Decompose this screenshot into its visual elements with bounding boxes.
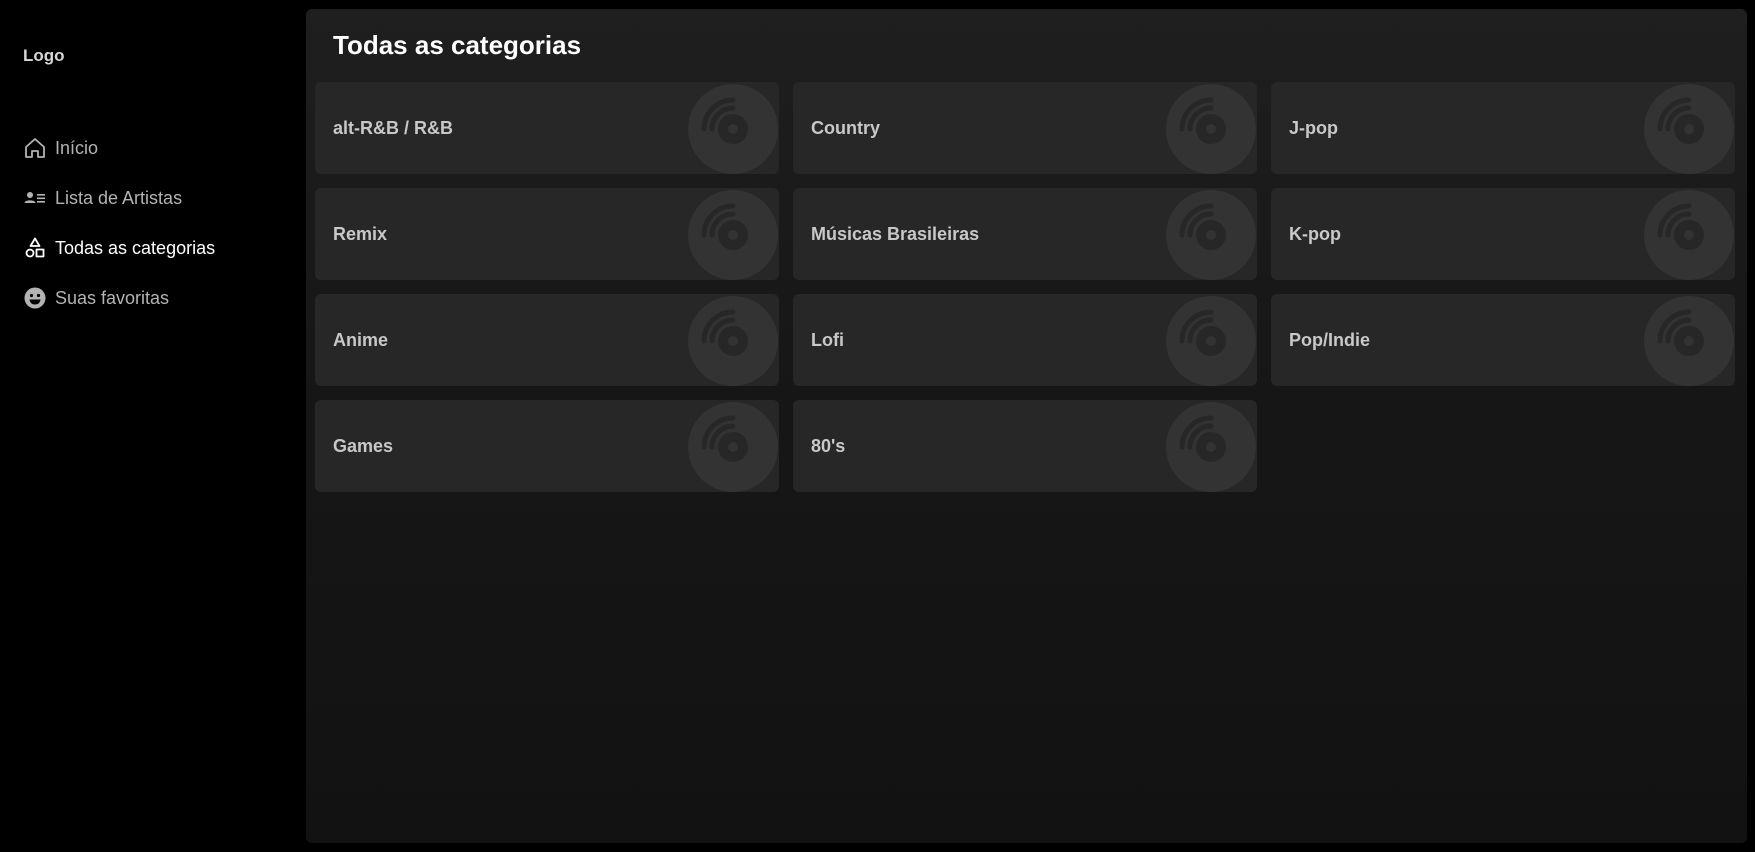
vinyl-disc-icon [688,296,778,386]
vinyl-disc-icon [1166,190,1256,280]
category-card[interactable]: alt-R&B / R&B [315,82,779,174]
artist-list-icon [23,186,47,210]
sidebar-item-artistas[interactable]: Lista de Artistas [0,181,305,215]
category-label: Country [811,118,880,138]
sidebar-item-categorias[interactable]: Todas as categorias [0,231,305,265]
category-card[interactable]: Pop/Indie [1271,294,1735,386]
page-title: Todas as categorias [333,30,582,60]
category-label: Anime [333,330,389,350]
category-card[interactable]: Lofi [793,294,1257,386]
category-label: Games [333,436,394,456]
category-card[interactable]: Músicas Brasileiras [793,188,1257,280]
sidebar: Logo Início Lista de Artistas Todas as c… [0,0,305,852]
home-icon [23,136,47,160]
logo[interactable]: Logo [23,46,65,66]
sidebar-nav: Início Lista de Artistas Todas as catego… [0,131,305,331]
category-label: 80's [811,436,846,456]
sidebar-item-label: Suas favoritas [55,287,170,308]
category-grid: alt-R&B / R&B Country J-pop Remix Música… [315,82,1737,492]
category-card[interactable]: Country [793,82,1257,174]
vinyl-disc-icon [688,190,778,280]
category-card[interactable]: Anime [315,294,779,386]
category-card[interactable]: 80's [793,400,1257,492]
category-label: Pop/Indie [1289,330,1370,350]
category-label: Remix [333,224,388,244]
category-label: K-pop [1289,224,1341,244]
sidebar-item-favoritas[interactable]: Suas favoritas [0,281,305,315]
category-card[interactable]: K-pop [1271,188,1735,280]
category-label: Lofi [811,330,844,350]
vinyl-disc-icon [1166,296,1256,386]
app-root: Logo Início Lista de Artistas Todas as c… [0,0,1755,852]
vinyl-disc-icon [1644,84,1734,174]
vinyl-disc-icon [1644,190,1734,280]
smiley-icon [23,286,47,310]
category-card[interactable]: J-pop [1271,82,1735,174]
category-label: Músicas Brasileiras [811,224,980,244]
category-label: alt-R&B / R&B [333,118,453,138]
vinyl-disc-icon [1166,402,1256,492]
vinyl-disc-icon [688,402,778,492]
sidebar-item-label: Início [55,137,99,158]
vinyl-disc-icon [1644,296,1734,386]
vinyl-disc-icon [688,84,778,174]
main-panel: Todas as categorias alt-R&B / R&B Countr… [306,9,1747,843]
vinyl-disc-icon [1166,84,1256,174]
sidebar-item-label: Todas as categorias [55,237,216,258]
sidebar-item-label: Lista de Artistas [55,187,183,208]
category-card[interactable]: Remix [315,188,779,280]
category-card[interactable]: Games [315,400,779,492]
sidebar-item-inicio[interactable]: Início [0,131,305,165]
categories-icon [23,236,47,260]
category-label: J-pop [1289,118,1338,138]
